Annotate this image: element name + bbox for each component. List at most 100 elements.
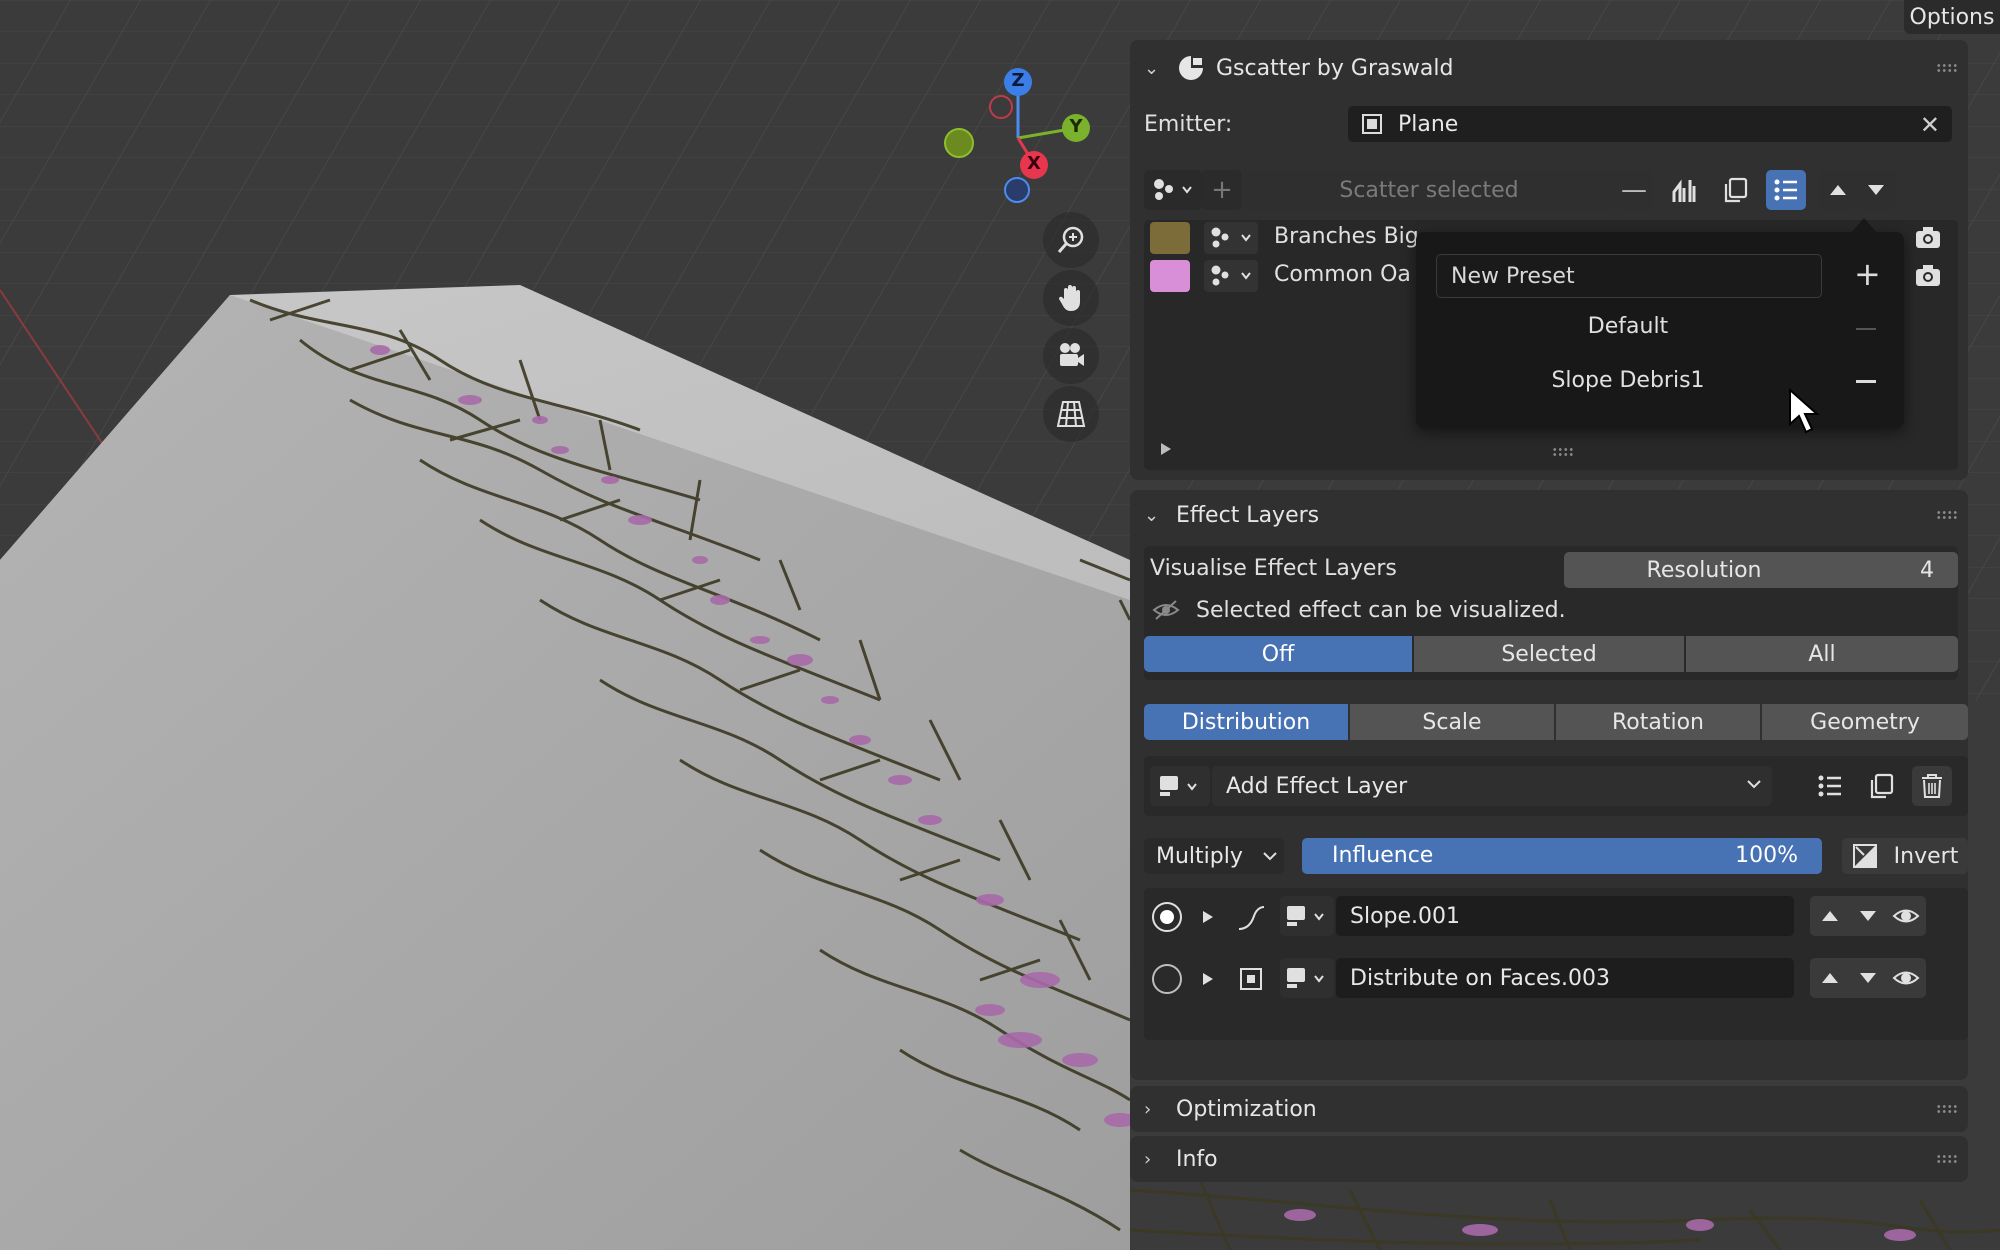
expand-triangle-icon[interactable]: [1202, 910, 1214, 924]
chevron-down-icon: [1262, 850, 1278, 862]
effect-name: Slope.001: [1350, 903, 1461, 929]
effect-list-icon[interactable]: [1810, 766, 1850, 806]
radio-unselected-icon[interactable]: [1150, 962, 1184, 996]
tab-distribution[interactable]: Distribution: [1144, 704, 1348, 740]
sidebar-panel: ⌄ Gscatter by Graswald Emitter: Plane ✕ …: [1130, 40, 1978, 1190]
table-row[interactable]: Slope.001: [1144, 894, 1968, 938]
move-up-icon[interactable]: [1810, 958, 1850, 998]
preset-item-slope-debris[interactable]: Slope Debris1: [1436, 368, 1820, 393]
blend-mode-value: Multiply: [1156, 843, 1243, 869]
duplicate-effect-icon[interactable]: [1862, 766, 1902, 806]
zoom-icon[interactable]: [1043, 212, 1099, 268]
emitter-field[interactable]: Plane ✕: [1348, 106, 1952, 142]
emitter-value: Plane: [1398, 111, 1459, 137]
drag-grip-icon[interactable]: [1936, 1104, 1958, 1114]
grid-icon[interactable]: [1043, 386, 1099, 442]
layer-name[interactable]: Branches Big: [1274, 224, 1419, 249]
tab-rotation[interactable]: Rotation: [1556, 704, 1760, 740]
invert-button[interactable]: Invert: [1842, 838, 1968, 874]
new-preset-input[interactable]: New Preset: [1436, 254, 1822, 298]
add-effect-dropdown[interactable]: Add Effect Layer: [1212, 766, 1772, 806]
gscatter-logo-icon: [1176, 53, 1206, 83]
effect-name-field[interactable]: Distribute on Faces.003: [1336, 958, 1794, 998]
effect-type-dropdown[interactable]: [1280, 958, 1334, 998]
plane-object-icon: [1360, 112, 1384, 136]
effect-layers-title: Effect Layers: [1176, 502, 1320, 528]
clear-icon[interactable]: ✕: [1920, 111, 1940, 139]
drag-grip-icon[interactable]: [1936, 63, 1958, 73]
trash-icon[interactable]: [1912, 766, 1952, 806]
preset-item-default[interactable]: Default: [1436, 314, 1820, 339]
influence-label: Influence: [1332, 843, 1434, 868]
render-camera-icon[interactable]: [1914, 262, 1942, 288]
info-section[interactable]: › Info: [1130, 1136, 1968, 1182]
eye-icon[interactable]: [1886, 958, 1926, 998]
blend-mode-dropdown[interactable]: Multiply: [1144, 838, 1284, 874]
mode-all-button[interactable]: All: [1686, 636, 1958, 672]
scatter-mode-dropdown[interactable]: [1144, 170, 1202, 210]
invert-icon: [1852, 843, 1878, 869]
preset-list-icon[interactable]: [1766, 170, 1806, 210]
visualise-box: Visualise Effect Layers Resolution 4 Sel…: [1144, 546, 1958, 680]
chevron-down-icon: ⌄: [1144, 57, 1160, 79]
optimization-section[interactable]: › Optimization: [1130, 1086, 1968, 1132]
optimization-header[interactable]: › Optimization: [1130, 1084, 1968, 1134]
emitter-label: Emitter:: [1144, 112, 1233, 137]
expand-triangle-icon[interactable]: [1202, 972, 1214, 986]
move-up-icon[interactable]: [1810, 896, 1850, 936]
chevron-down-icon: [1746, 778, 1762, 790]
mode-selected-button[interactable]: Selected: [1414, 636, 1684, 672]
chevron-down-icon: ⌄: [1144, 504, 1160, 526]
gscatter-header[interactable]: ⌄ Gscatter by Graswald: [1130, 43, 1968, 93]
render-camera-icon[interactable]: [1914, 224, 1942, 250]
radio-selected-icon[interactable]: [1150, 900, 1184, 934]
effect-layers-header[interactable]: ⌄ Effect Layers: [1130, 490, 1968, 540]
layer-name[interactable]: Common Oa: [1274, 262, 1411, 287]
resolution-field[interactable]: Resolution 4: [1564, 552, 1958, 588]
hidden-eye-icon: [1152, 598, 1180, 622]
remove-preset-icon: [1856, 328, 1876, 330]
gizmo-y-label: Y: [1069, 116, 1083, 137]
add-effect-label: Add Effect Layer: [1226, 773, 1408, 799]
move-up-icon[interactable]: [1818, 170, 1858, 210]
move-down-icon[interactable]: [1848, 958, 1888, 998]
face-icon: [1238, 966, 1264, 992]
camera-icon[interactable]: [1043, 328, 1099, 384]
add-scatter-icon[interactable]: +: [1202, 170, 1242, 210]
gscatter-title: Gscatter by Graswald: [1216, 55, 1454, 81]
effect-type-dropdown[interactable]: [1150, 766, 1210, 806]
table-row[interactable]: Distribute on Faces.003: [1144, 956, 1968, 1000]
tab-scale[interactable]: Scale: [1350, 704, 1554, 740]
tab-geometry[interactable]: Geometry: [1762, 704, 1968, 740]
drag-grip-icon[interactable]: [1936, 510, 1958, 520]
layer-color-swatch[interactable]: [1150, 260, 1190, 292]
layer-type-dropdown[interactable]: [1204, 222, 1258, 254]
chart-icon[interactable]: [1664, 170, 1704, 210]
remove-scatter-icon[interactable]: —: [1614, 170, 1654, 210]
mode-off-button[interactable]: Off: [1144, 636, 1412, 672]
move-down-icon[interactable]: [1856, 170, 1896, 210]
layer-type-dropdown[interactable]: [1204, 260, 1258, 292]
influence-slider[interactable]: Influence 100%: [1302, 838, 1822, 874]
hand-icon[interactable]: [1043, 270, 1099, 326]
info-title: Info: [1176, 1146, 1218, 1172]
layer-color-swatch[interactable]: [1150, 222, 1190, 254]
add-preset-icon[interactable]: +: [1854, 258, 1881, 290]
invert-label: Invert: [1893, 843, 1959, 869]
effect-list: Slope.001 Distribute on Faces.003: [1144, 888, 1968, 1040]
eye-icon[interactable]: [1886, 896, 1926, 936]
chevron-right-icon: ›: [1144, 1148, 1152, 1170]
info-header[interactable]: › Info: [1130, 1134, 1968, 1184]
options-button[interactable]: Options: [1904, 0, 2000, 34]
effect-name-field[interactable]: Slope.001: [1336, 896, 1794, 936]
effect-type-dropdown[interactable]: [1280, 896, 1334, 936]
remove-preset-icon[interactable]: [1856, 380, 1876, 383]
move-down-icon[interactable]: [1848, 896, 1888, 936]
expand-triangle-icon[interactable]: [1160, 442, 1172, 456]
list-resize-grip-icon[interactable]: [1552, 447, 1574, 457]
gizmo-x-label: X: [1027, 153, 1041, 174]
duplicate-icon[interactable]: [1716, 170, 1756, 210]
gscatter-section: ⌄ Gscatter by Graswald Emitter: Plane ✕ …: [1130, 40, 1968, 480]
scatter-selected-button[interactable]: Scatter selected: [1244, 170, 1614, 210]
drag-grip-icon[interactable]: [1936, 1154, 1958, 1164]
